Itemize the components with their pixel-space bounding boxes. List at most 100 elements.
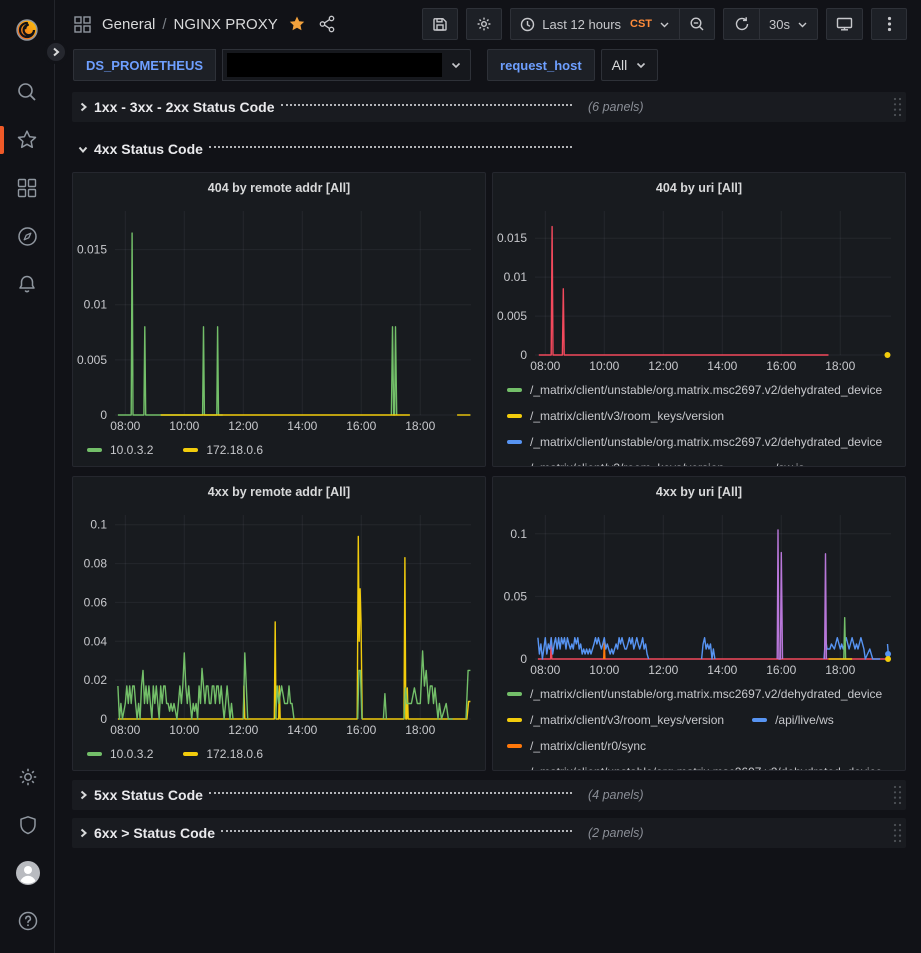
legend-item[interactable]: 172.18.0.6 bbox=[183, 741, 263, 767]
legend-label: /_matrix/client/unstable/org.matrix.msc2… bbox=[530, 435, 882, 449]
row-title: 1xx - 3xx - 2xx Status Code bbox=[94, 99, 275, 115]
legend-item[interactable]: /_matrix/client/unstable/org.matrix.msc2… bbox=[507, 759, 882, 770]
chart-legend: /_matrix/client/unstable/org.matrix.msc2… bbox=[493, 679, 905, 770]
row-drag-handle-icon[interactable] bbox=[888, 96, 906, 118]
sidebar-item-search[interactable] bbox=[0, 68, 55, 116]
svg-text:08:00: 08:00 bbox=[110, 723, 140, 737]
dashboard-settings-button[interactable] bbox=[466, 8, 502, 40]
svg-text:12:00: 12:00 bbox=[648, 359, 678, 373]
chart-404-by-uri[interactable]: 08:0010:0012:0014:0016:0018:0000.0050.01… bbox=[493, 203, 905, 375]
row-5xx[interactable]: 5xx Status Code (4 panels) bbox=[72, 780, 906, 810]
legend-item[interactable]: /sw.js bbox=[752, 455, 804, 466]
legend-item[interactable]: /_matrix/client/unstable/org.matrix.msc2… bbox=[507, 429, 882, 455]
legend-label: /_matrix/client/unstable/org.matrix.msc2… bbox=[530, 687, 882, 701]
zoom-out-time-button[interactable] bbox=[679, 8, 715, 40]
row-dotted-leader bbox=[209, 146, 572, 148]
legend-label: 10.0.3.2 bbox=[110, 443, 153, 457]
grafana-logo-icon bbox=[14, 17, 40, 43]
row-1xx-3xx-2xx[interactable]: 1xx - 3xx - 2xx Status Code (6 panels) bbox=[72, 92, 906, 122]
more-options-kebab-button[interactable] bbox=[871, 8, 907, 40]
panel-title[interactable]: 404 by remote addr [All] bbox=[73, 173, 485, 203]
datasource-variable-select[interactable] bbox=[222, 49, 471, 81]
row-drag-handle-icon[interactable] bbox=[888, 784, 906, 806]
breadcrumb-separator: / bbox=[162, 16, 166, 33]
legend-item[interactable]: /_matrix/client/v3/room_keys/version bbox=[507, 455, 724, 466]
row-4xx[interactable]: 4xx Status Code bbox=[72, 134, 906, 164]
refresh-interval-dropdown[interactable]: 30s bbox=[759, 8, 818, 40]
svg-text:16:00: 16:00 bbox=[346, 723, 376, 737]
chart-4xx-by-remote-addr[interactable]: 08:0010:0012:0014:0016:0018:0000.020.040… bbox=[73, 507, 485, 739]
legend-swatch bbox=[507, 692, 522, 696]
sidebar-item-server-admin[interactable] bbox=[0, 801, 55, 849]
legend-item[interactable]: 10.0.3.2 bbox=[87, 741, 153, 767]
svg-text:0.02: 0.02 bbox=[84, 673, 108, 687]
svg-text:14:00: 14:00 bbox=[287, 723, 317, 737]
sidebar-item-configuration[interactable] bbox=[0, 753, 55, 801]
legend-item[interactable]: 10.0.3.2 bbox=[87, 437, 153, 463]
chevron-down-icon bbox=[635, 59, 647, 71]
refresh-group: 30s bbox=[723, 8, 818, 40]
refresh-button[interactable] bbox=[723, 8, 759, 40]
legend-label: /_matrix/client/v3/room_keys/version bbox=[530, 461, 724, 466]
gear-icon bbox=[476, 16, 492, 32]
svg-text:12:00: 12:00 bbox=[228, 723, 258, 737]
panel-title[interactable]: 404 by uri [All] bbox=[493, 173, 905, 203]
svg-text:0.1: 0.1 bbox=[510, 527, 527, 541]
sidebar-item-explore[interactable] bbox=[0, 212, 55, 260]
svg-text:0.015: 0.015 bbox=[77, 243, 107, 257]
svg-text:08:00: 08:00 bbox=[530, 663, 560, 677]
request-host-value: All bbox=[612, 57, 628, 73]
legend-item[interactable]: 172.18.0.6 bbox=[183, 437, 263, 463]
breadcrumb-section[interactable]: General bbox=[102, 16, 155, 33]
sidebar-item-starred[interactable] bbox=[0, 116, 55, 164]
legend-swatch bbox=[507, 744, 522, 748]
legend-label: 172.18.0.6 bbox=[206, 443, 263, 457]
row-6xx[interactable]: 6xx > Status Code (2 panels) bbox=[72, 818, 906, 848]
time-range-button[interactable]: Last 12 hours CST bbox=[510, 8, 679, 40]
timezone-label: CST bbox=[630, 18, 652, 30]
save-icon bbox=[432, 16, 448, 32]
legend-swatch bbox=[507, 414, 522, 418]
svg-text:18:00: 18:00 bbox=[405, 419, 435, 433]
svg-text:0: 0 bbox=[520, 348, 527, 362]
row-drag-handle-icon[interactable] bbox=[888, 822, 906, 844]
row-title: 5xx Status Code bbox=[94, 787, 203, 803]
save-dashboard-button[interactable] bbox=[422, 8, 458, 40]
breadcrumb-dashboard-title[interactable]: NGINX PROXY bbox=[174, 16, 278, 33]
svg-text:18:00: 18:00 bbox=[825, 663, 855, 677]
sidebar-item-dashboards[interactable] bbox=[0, 164, 55, 212]
legend-swatch bbox=[507, 718, 522, 722]
sidebar-item-profile[interactable] bbox=[0, 849, 55, 897]
row-panel-count: (6 panels) bbox=[588, 100, 644, 114]
sidebar-expand-button[interactable] bbox=[44, 40, 68, 64]
share-dashboard-button[interactable] bbox=[318, 15, 336, 33]
svg-text:16:00: 16:00 bbox=[766, 359, 796, 373]
request-host-variable-select[interactable]: All bbox=[601, 49, 659, 81]
datasource-variable-label: DS_PROMETHEUS bbox=[73, 49, 216, 81]
breadcrumb: General / NGINX PROXY bbox=[102, 16, 278, 33]
chart-404-by-remote-addr[interactable]: 08:0010:0012:0014:0016:0018:0000.0050.01… bbox=[73, 203, 485, 435]
chevron-down-icon bbox=[797, 19, 808, 30]
svg-text:0.06: 0.06 bbox=[84, 595, 108, 609]
legend-item[interactable]: /api/live/ws bbox=[752, 707, 834, 733]
kebab-icon bbox=[887, 16, 892, 32]
sidebar-item-help[interactable] bbox=[0, 897, 55, 945]
legend-item[interactable]: /_matrix/client/r0/sync bbox=[507, 733, 646, 759]
legend-item[interactable]: /_matrix/client/unstable/org.matrix.msc2… bbox=[507, 377, 882, 403]
chart-4xx-by-uri[interactable]: 08:0010:0012:0014:0016:0018:0000.050.1 bbox=[493, 507, 905, 679]
svg-text:0.01: 0.01 bbox=[84, 298, 108, 312]
legend-item[interactable]: /_matrix/client/v3/room_keys/version bbox=[507, 403, 724, 429]
panel-title[interactable]: 4xx by remote addr [All] bbox=[73, 477, 485, 507]
chevron-right-icon bbox=[72, 790, 94, 800]
sidebar-item-alerting[interactable] bbox=[0, 260, 55, 308]
legend-item[interactable]: /_matrix/client/unstable/org.matrix.msc2… bbox=[507, 681, 882, 707]
apps-icon bbox=[73, 15, 92, 34]
cycle-view-mode-button[interactable] bbox=[826, 8, 863, 40]
panel-title[interactable]: 4xx by uri [All] bbox=[493, 477, 905, 507]
svg-text:08:00: 08:00 bbox=[530, 359, 560, 373]
legend-swatch bbox=[507, 440, 522, 444]
legend-item[interactable]: /_matrix/client/v3/room_keys/version bbox=[507, 707, 724, 733]
sidebar bbox=[0, 0, 55, 953]
favorite-star-button[interactable] bbox=[288, 15, 306, 33]
share-icon bbox=[318, 15, 336, 33]
